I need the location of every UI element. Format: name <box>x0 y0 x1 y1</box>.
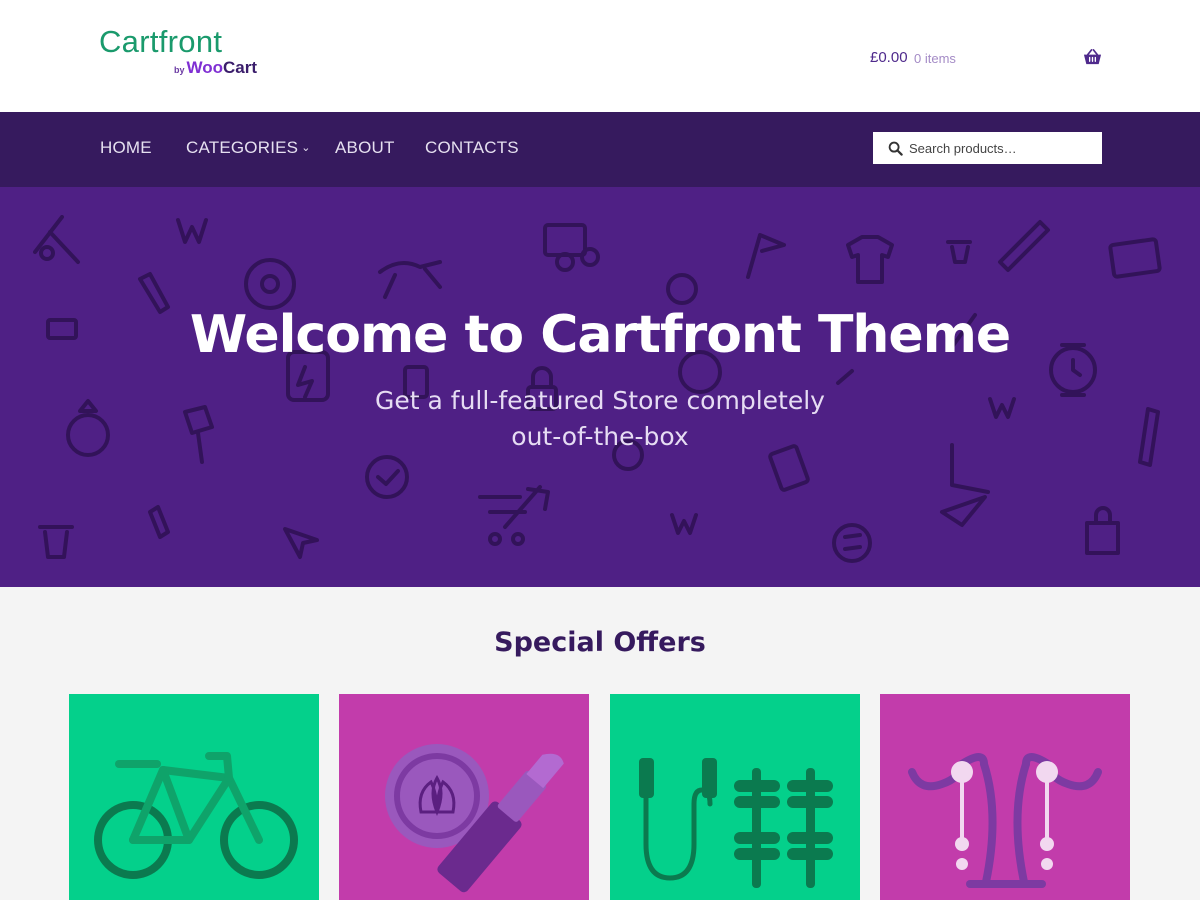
site-logo[interactable]: Cartfront by WooCart <box>99 24 269 80</box>
hero-banner: Welcome to Cartfront Theme Get a full-fe… <box>0 187 1200 587</box>
logo-woo-text: Woo <box>186 58 223 77</box>
nav-item-home[interactable]: HOME <box>100 138 152 158</box>
cart-amount: £0.00 <box>870 49 908 66</box>
product-card-lipstick[interactable] <box>339 694 589 900</box>
product-search <box>873 132 1102 164</box>
nav-item-about[interactable]: ABOUT <box>335 138 395 158</box>
cart-item-count: 0 items <box>914 51 956 66</box>
nav-item-contacts[interactable]: CONTACTS <box>425 138 519 158</box>
nav-item-categories[interactable]: CATEGORIES ⌄ <box>186 138 311 158</box>
search-icon <box>888 141 903 156</box>
fitness-icon <box>639 758 833 888</box>
hero-title: Welcome to Cartfront Theme <box>189 305 1011 365</box>
main-navigation: HOME CATEGORIES ⌄ ABOUT CONTACTS <box>0 112 1200 187</box>
logo-byline: by WooCart <box>174 58 257 78</box>
earrings-icon <box>908 753 1102 888</box>
cart-summary[interactable]: £0.00 0 items <box>870 48 1102 70</box>
logo-wordmark: Cartfront <box>99 24 223 59</box>
logo-by-text: by <box>173 65 185 75</box>
lipstick-icon <box>385 744 564 893</box>
nav-item-categories-label: CATEGORIES <box>186 138 299 157</box>
product-card-fitness[interactable] <box>610 694 860 900</box>
product-card-bicycle[interactable] <box>69 694 319 900</box>
basket-icon[interactable] <box>1083 48 1102 67</box>
hero-subtitle-line-2: out-of-the-box <box>511 422 689 451</box>
site-header: Cartfront by WooCart £0.00 0 items <box>0 0 1200 112</box>
special-offers-heading: Special Offers <box>494 627 706 658</box>
product-card-earrings[interactable] <box>880 694 1130 900</box>
search-input[interactable] <box>909 132 1097 164</box>
logo-cart-text: Cart <box>222 58 257 77</box>
chevron-down-icon: ⌄ <box>301 142 311 154</box>
hero-subtitle-line-1: Get a full-featured Store completely <box>375 386 825 415</box>
hero-subtitle: Get a full-featured Store completely out… <box>350 383 850 455</box>
bicycle-icon <box>94 752 298 879</box>
